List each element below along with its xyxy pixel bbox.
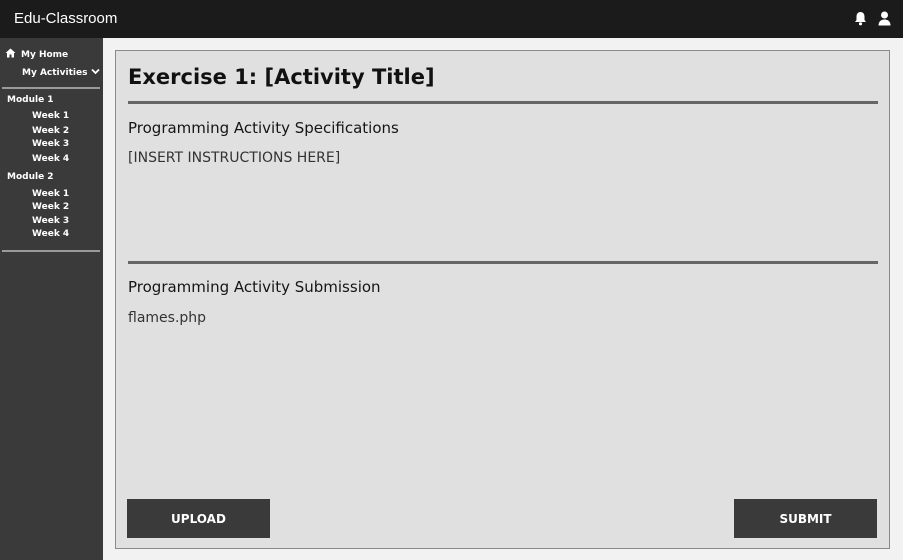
sidebar-item-week[interactable]: Week 1 (32, 111, 69, 121)
user-icon[interactable] (878, 11, 891, 26)
sidebar-item-label: My Home (21, 49, 69, 60)
instructions-text: [INSERT INSTRUCTIONS HERE] (128, 150, 341, 166)
sidebar-item-label: My Activities (22, 68, 88, 78)
submitted-file-name: flames.php (128, 310, 207, 326)
module-label: Module 2 (7, 172, 54, 182)
sidebar-divider (2, 250, 100, 252)
section-divider (128, 261, 878, 264)
sidebar-item-week[interactable]: Week 2 (32, 126, 69, 136)
submission-heading: Programming Activity Submission (128, 278, 381, 296)
exercise-panel: Exercise 1: [Activity Title] Programming… (115, 50, 890, 549)
header-icons (854, 11, 891, 26)
sidebar: My Home My Activities Module 1 Week 1 We… (0, 38, 103, 560)
app-title: Edu-Classroom (14, 10, 118, 27)
sidebar-divider (2, 87, 100, 89)
specifications-heading: Programming Activity Specifications (128, 119, 399, 137)
sidebar-item-week[interactable]: Week 4 (32, 229, 69, 239)
sidebar-item-week[interactable]: Week 2 (32, 202, 69, 212)
sidebar-item-my-activities[interactable]: My Activities (22, 68, 101, 78)
sidebar-item-my-home[interactable]: My Home (5, 48, 68, 61)
home-icon (5, 48, 16, 61)
top-bar: Edu-Classroom (0, 0, 903, 38)
sidebar-item-week[interactable]: Week 3 (32, 216, 69, 226)
exercise-title: Exercise 1: [Activity Title] (128, 65, 435, 89)
bell-icon[interactable] (854, 11, 867, 26)
title-divider (128, 101, 878, 104)
upload-button[interactable]: UPLOAD (127, 499, 270, 538)
sidebar-item-week[interactable]: Week 3 (32, 139, 69, 149)
sidebar-item-week[interactable]: Week 1 (32, 189, 69, 199)
submit-button[interactable]: SUBMIT (734, 499, 877, 538)
chevron-down-icon (91, 68, 101, 78)
sidebar-item-week[interactable]: Week 4 (32, 154, 69, 164)
module-label: Module 1 (7, 95, 54, 105)
